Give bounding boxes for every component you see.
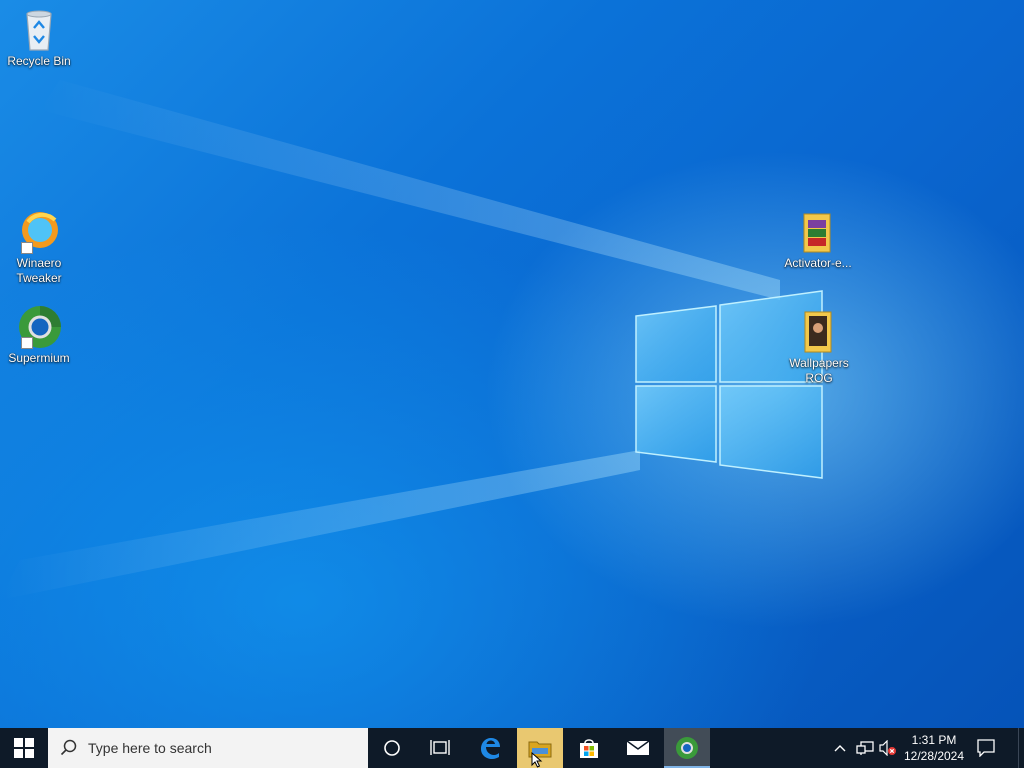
- network-button[interactable]: [853, 728, 877, 768]
- mouse-cursor-icon: [531, 752, 543, 768]
- task-view-icon: [430, 740, 450, 755]
- desktop-icon-supermium[interactable]: Supermium: [1, 305, 77, 366]
- shortcut-arrow-icon: [21, 337, 33, 349]
- start-button[interactable]: [0, 728, 48, 768]
- desktop-icon-label: Winaero Tweaker: [16, 256, 62, 285]
- search-placeholder: Type here to search: [88, 740, 212, 756]
- desktop[interactable]: Recycle Bin Winaero Tweaker Supermium Ac…: [0, 0, 1024, 728]
- recycle-bin-icon: [15, 8, 63, 52]
- taskbar-clock[interactable]: 1:31 PM 12/28/2024: [898, 728, 970, 768]
- clock-date: 12/28/2024: [903, 749, 965, 763]
- store-icon: [580, 739, 598, 758]
- store-taskbar-button[interactable]: [565, 728, 613, 768]
- archive-folder-icon: [794, 210, 842, 254]
- desktop-icon-label: Activator-e...: [784, 256, 852, 270]
- clock-time: 1:31 PM: [911, 733, 957, 747]
- windows-logo-icon: [14, 738, 34, 758]
- volume-muted-icon: [879, 740, 896, 756]
- task-view-button[interactable]: [416, 728, 464, 768]
- cortana-button[interactable]: [368, 728, 416, 768]
- mail-taskbar-button[interactable]: [614, 728, 662, 768]
- mail-icon: [626, 740, 650, 755]
- desktop-icon-winaero-tweaker[interactable]: Winaero Tweaker: [1, 210, 77, 286]
- file-explorer-taskbar-button[interactable]: [517, 728, 563, 768]
- supermium-icon: [676, 737, 698, 759]
- notification-icon: [977, 739, 995, 757]
- edge-taskbar-button[interactable]: [466, 728, 514, 768]
- chevron-up-icon: [834, 745, 846, 752]
- folder-icon: [795, 310, 843, 354]
- supermium-icon: [15, 305, 63, 349]
- shortcut-arrow-icon: [21, 242, 33, 254]
- windows-logo-wallpaper: [0, 80, 823, 600]
- desktop-icon-activator[interactable]: Activator-e...: [780, 210, 856, 271]
- volume-button[interactable]: [877, 728, 899, 768]
- network-icon: [856, 741, 874, 755]
- desktop-icon-wallpapers-rog[interactable]: Wallpapers ROG: [781, 310, 857, 386]
- action-center-button[interactable]: [970, 728, 1002, 768]
- desktop-icon-label: Recycle Bin: [7, 54, 71, 68]
- edge-icon: [481, 738, 500, 759]
- cortana-icon: [384, 740, 400, 756]
- search-icon: [60, 739, 77, 756]
- show-hidden-icons-button[interactable]: [830, 728, 850, 768]
- show-desktop-button[interactable]: [1018, 728, 1024, 768]
- winaero-tweaker-icon: [15, 210, 63, 254]
- search-box[interactable]: Type here to search: [48, 728, 368, 768]
- supermium-taskbar-button[interactable]: [664, 728, 710, 768]
- taskbar: Type here to search 1:31 PM 12/28/2024: [0, 728, 1024, 768]
- desktop-icon-label: Supermium: [8, 351, 70, 365]
- desktop-icon-label: Wallpapers ROG: [789, 356, 849, 385]
- desktop-icon-recycle-bin[interactable]: Recycle Bin: [1, 8, 77, 69]
